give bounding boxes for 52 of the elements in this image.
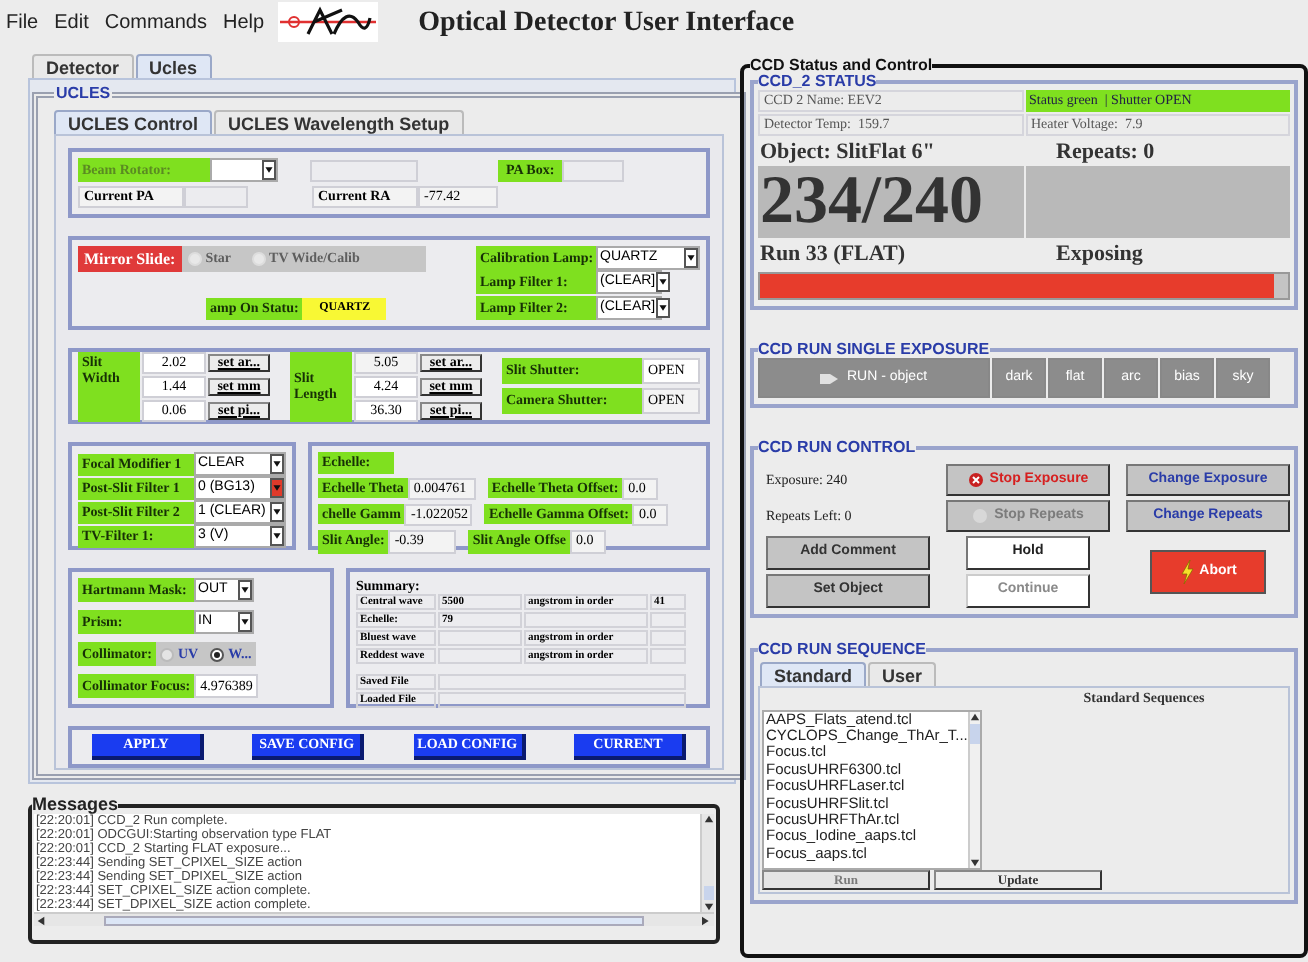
scrollbar[interactable] bbox=[700, 814, 714, 912]
scrollbar[interactable] bbox=[34, 912, 714, 926]
caret-icon bbox=[262, 160, 276, 180]
caret-icon bbox=[238, 580, 252, 600]
radio-icon[interactable] bbox=[160, 647, 174, 661]
menu-item[interactable]: Help bbox=[221, 7, 267, 37]
caret-icon bbox=[655, 272, 670, 292]
scrollbar[interactable] bbox=[968, 711, 980, 867]
radio-icon[interactable] bbox=[210, 647, 225, 661]
tab[interactable]: Ucles bbox=[135, 54, 212, 78]
tab[interactable]: UCLES Wavelength Setup bbox=[214, 110, 464, 134]
repeats-label: Repeats: 0 bbox=[1054, 138, 1157, 168]
phase-label: Exposing bbox=[1054, 240, 1145, 271]
group-title: CCD RUN CONTROL bbox=[758, 440, 916, 456]
input-field[interactable] bbox=[562, 159, 625, 181]
counter-display: 234/240 bbox=[758, 166, 1023, 238]
caret-icon bbox=[238, 612, 252, 632]
menu-item[interactable]: File bbox=[4, 7, 41, 37]
run-label: Run 33 (FLAT) bbox=[758, 240, 908, 271]
up-arrow-icon bbox=[970, 711, 980, 721]
menu-item[interactable]: Commands bbox=[102, 7, 209, 37]
app-title: Optical Detector User Interface bbox=[418, 5, 795, 41]
group-title: CCD_2 STATUS bbox=[758, 74, 877, 90]
input-field[interactable] bbox=[184, 186, 248, 208]
dropdown[interactable] bbox=[210, 158, 278, 182]
scroll-thumb[interactable] bbox=[970, 723, 980, 743]
down-arrow-icon bbox=[703, 902, 713, 912]
label: Mirror Slide: bbox=[78, 246, 182, 272]
caret-icon bbox=[655, 298, 670, 318]
tab[interactable]: User bbox=[868, 662, 937, 686]
up-arrow-icon bbox=[703, 814, 713, 824]
tab[interactable]: Standard bbox=[760, 662, 867, 686]
group-title: UCLES bbox=[54, 82, 113, 106]
menu-item[interactable]: Edit bbox=[52, 7, 91, 37]
input-field[interactable] bbox=[310, 159, 418, 181]
group-title: CCD RUN SEQUENCE bbox=[758, 642, 927, 658]
group-title: CCD RUN SINGLE EXPOSURE bbox=[758, 342, 990, 358]
logo-icon bbox=[278, 2, 379, 42]
arrow-icon bbox=[820, 371, 839, 385]
scroll-thumb[interactable] bbox=[703, 886, 713, 900]
group-title: Messages bbox=[32, 796, 119, 814]
caret-icon bbox=[684, 248, 698, 268]
stop-icon bbox=[967, 472, 984, 488]
tab[interactable]: Detector bbox=[32, 54, 134, 78]
down-arrow-icon bbox=[970, 857, 980, 867]
lightning-icon bbox=[1179, 560, 1194, 584]
left-arrow-icon bbox=[36, 915, 46, 925]
group-title: CCD Status and Control bbox=[750, 58, 933, 74]
scroll-thumb[interactable] bbox=[104, 915, 644, 925]
right-arrow-icon bbox=[702, 915, 712, 925]
tab[interactable]: UCLES Control bbox=[54, 110, 212, 134]
object-label: Object: SlitFlat 6" bbox=[758, 138, 937, 168]
